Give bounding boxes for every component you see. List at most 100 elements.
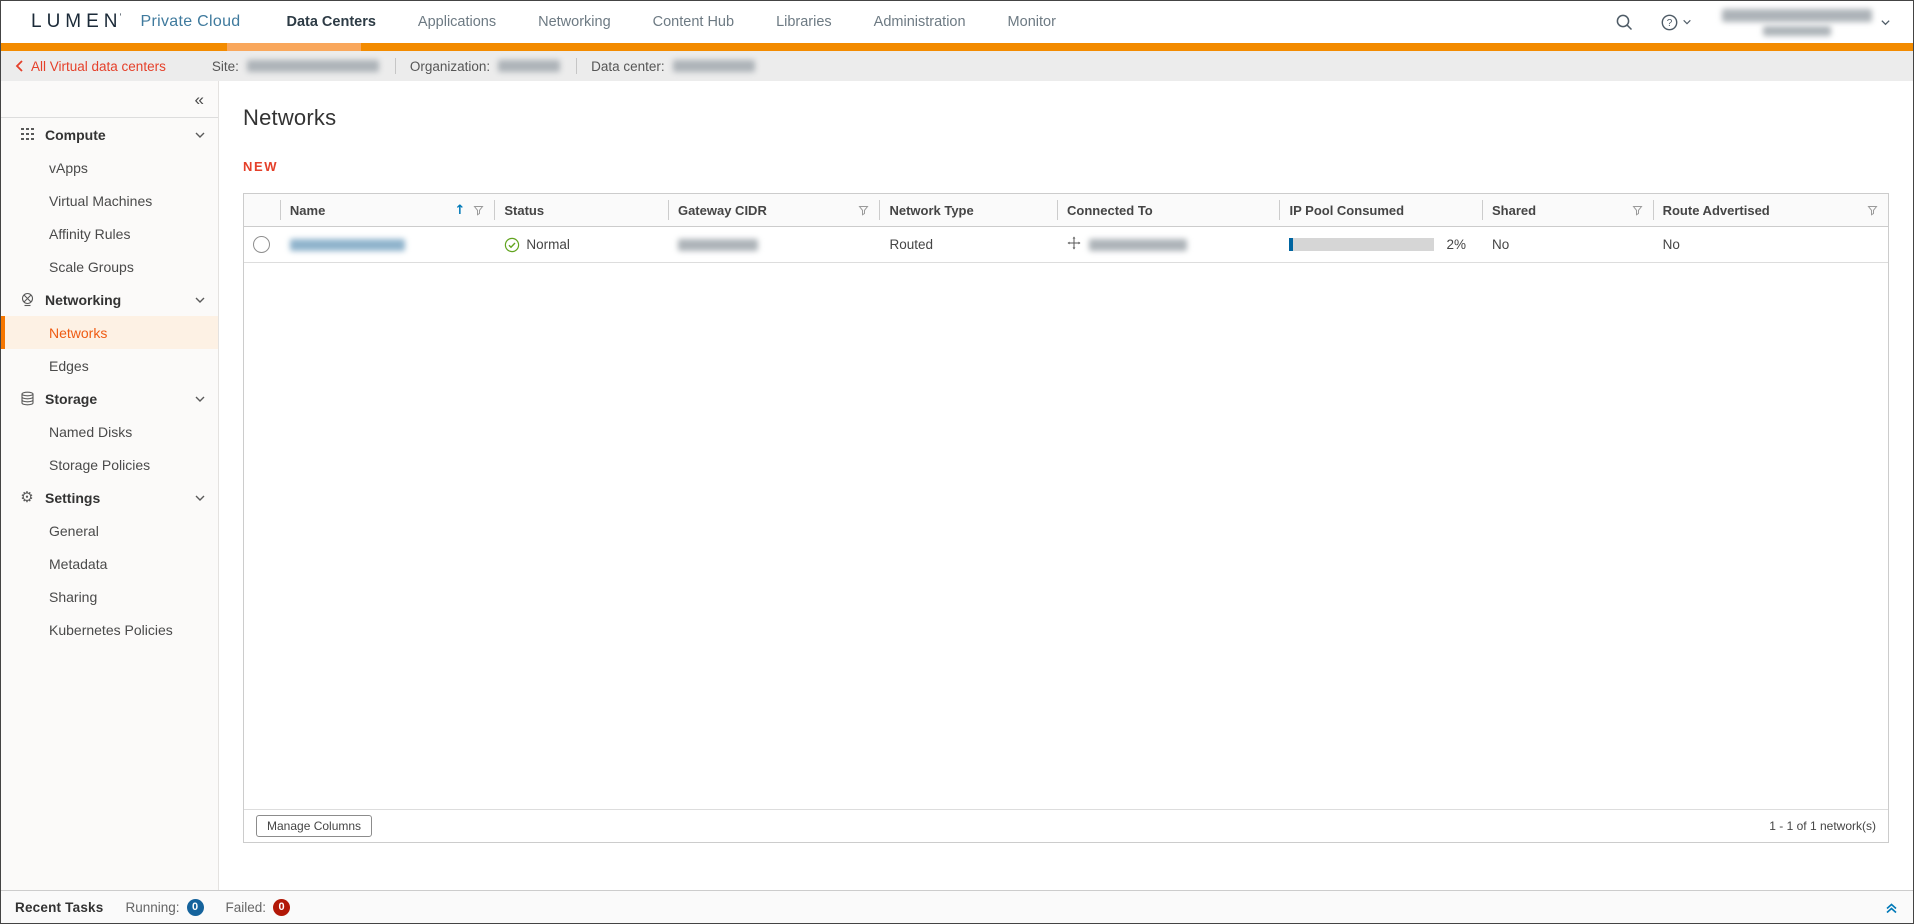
new-network-button[interactable]: NEW — [243, 159, 278, 174]
running-count-badge: 0 — [187, 899, 204, 916]
nav-item-administration[interactable]: Administration — [874, 14, 966, 30]
chevron-down-icon — [194, 294, 206, 306]
table-row: Normal Routed 2% No No — [244, 227, 1888, 263]
compute-grid-icon — [19, 127, 35, 143]
column-header-status[interactable]: Status — [494, 194, 668, 226]
ip-pool-percent: 2% — [1446, 237, 1466, 252]
collapse-sidebar-icon[interactable]: « — [195, 91, 204, 108]
ip-pool-progress-fill — [1289, 238, 1293, 251]
active-tab-indicator — [227, 43, 361, 51]
nav-item-data-centers[interactable]: Data Centers — [286, 14, 375, 30]
network-globe-icon — [19, 292, 35, 308]
gear-icon: ⚙ — [19, 490, 35, 506]
column-header-route-advertised[interactable]: Route Advertised — [1653, 194, 1888, 226]
sidebar-section-storage[interactable]: Storage — [1, 382, 218, 415]
logo-trademark: ’ — [120, 12, 127, 22]
sidebar-item-affinity-rules[interactable]: Affinity Rules — [1, 217, 218, 250]
shared-text: No — [1492, 237, 1509, 252]
status-normal-icon — [504, 237, 520, 253]
data-center-value-redacted — [673, 60, 755, 72]
column-header-connected-to[interactable]: Connected To — [1057, 194, 1279, 226]
topnav-right: ? — [1589, 9, 1913, 36]
ip-pool-cell: 2% — [1279, 227, 1482, 262]
failed-count-badge: 0 — [273, 899, 290, 916]
section-label: Networking — [45, 292, 194, 308]
column-header-ip-pool-consumed[interactable]: IP Pool Consumed — [1279, 194, 1482, 226]
sidebar-item-kubernetes-policies[interactable]: Kubernetes Policies — [1, 613, 218, 646]
status-text: Normal — [526, 237, 570, 252]
user-menu[interactable] — [1722, 9, 1872, 36]
chevron-left-icon — [15, 60, 24, 72]
sidebar-section-settings[interactable]: ⚙ Settings — [1, 481, 218, 514]
recent-tasks-bar: Recent Tasks Running: 0 Failed: 0 — [1, 890, 1913, 923]
sidebar-item-scale-groups[interactable]: Scale Groups — [1, 250, 218, 283]
sidebar: « Compute vApps Virtual Machines Affinit… — [1, 81, 219, 890]
svg-text:?: ? — [1667, 18, 1673, 29]
chevron-down-icon — [1682, 17, 1692, 27]
help-icon[interactable]: ? — [1660, 13, 1692, 32]
section-label: Compute — [45, 127, 194, 143]
data-center-label: Data center: — [591, 59, 665, 74]
search-icon[interactable] — [1615, 13, 1634, 32]
row-select-radio[interactable] — [253, 236, 270, 253]
chevron-down-icon — [194, 492, 206, 504]
sidebar-item-storage-policies[interactable]: Storage Policies — [1, 448, 218, 481]
column-header-gateway-cidr[interactable]: Gateway CIDR — [668, 194, 879, 226]
nav-item-content-hub[interactable]: Content Hub — [653, 14, 734, 30]
column-header-shared[interactable]: Shared — [1482, 194, 1653, 226]
sort-ascending-icon[interactable]: ↑ — [454, 203, 465, 218]
user-role-redacted — [1763, 26, 1831, 36]
context-bar: All Virtual data centers Site: Organizat… — [1, 51, 1913, 81]
filter-icon[interactable] — [1632, 205, 1643, 216]
expand-tasks-icon[interactable] — [1884, 900, 1899, 915]
sidebar-item-sharing[interactable]: Sharing — [1, 580, 218, 613]
section-label: Settings — [45, 490, 194, 506]
sidebar-item-networks[interactable]: Networks — [1, 316, 218, 349]
manage-columns-button[interactable]: Manage Columns — [256, 815, 372, 837]
sidebar-item-general[interactable]: General — [1, 514, 218, 547]
column-label: Connected To — [1067, 203, 1153, 218]
sidebar-section-compute[interactable]: Compute — [1, 118, 218, 151]
column-label: Route Advertised — [1663, 203, 1770, 218]
sidebar-item-metadata[interactable]: Metadata — [1, 547, 218, 580]
sidebar-item-vapps[interactable]: vApps — [1, 151, 218, 184]
product-name: Private Cloud — [141, 13, 241, 31]
status-cell: Normal — [494, 227, 668, 262]
filter-icon[interactable] — [858, 205, 869, 216]
network-name-link-redacted[interactable] — [290, 239, 405, 251]
recent-tasks-title: Recent Tasks — [15, 900, 103, 915]
network-type-text: Routed — [889, 237, 933, 252]
connected-edge-name-redacted[interactable] — [1089, 239, 1187, 251]
sidebar-item-edges[interactable]: Edges — [1, 349, 218, 382]
sidebar-collapse-row: « — [1, 81, 218, 118]
divider — [576, 58, 577, 74]
running-label: Running: — [125, 900, 179, 915]
organization-value-redacted — [498, 60, 560, 72]
ip-pool-progress-bar — [1289, 238, 1434, 251]
column-header-name[interactable]: Name ↑ — [280, 194, 494, 226]
chevron-down-icon — [194, 393, 206, 405]
column-label: Gateway CIDR — [678, 203, 767, 218]
primary-nav: Data Centers Applications Networking Con… — [286, 14, 1097, 30]
route-advertised-text: No — [1663, 237, 1680, 252]
sidebar-item-virtual-machines[interactable]: Virtual Machines — [1, 184, 218, 217]
select-all-column-header — [244, 194, 280, 226]
nav-item-libraries[interactable]: Libraries — [776, 14, 832, 30]
nav-item-networking[interactable]: Networking — [538, 14, 611, 30]
app-window: LUMEN’ Private Cloud Data Centers Applic… — [0, 0, 1914, 924]
sidebar-section-networking[interactable]: Networking — [1, 283, 218, 316]
nav-item-applications[interactable]: Applications — [418, 14, 496, 30]
column-label: Shared — [1492, 203, 1536, 218]
nav-item-monitor[interactable]: Monitor — [1008, 14, 1056, 30]
sidebar-item-named-disks[interactable]: Named Disks — [1, 415, 218, 448]
filter-icon[interactable] — [1867, 205, 1878, 216]
column-header-network-type[interactable]: Network Type — [879, 194, 1057, 226]
chevron-down-icon — [194, 129, 206, 141]
back-to-vdcs-link[interactable]: All Virtual data centers — [15, 59, 166, 74]
edge-gateway-icon — [1067, 236, 1081, 253]
filter-icon[interactable] — [473, 205, 484, 216]
failed-label: Failed: — [226, 900, 267, 915]
user-chevron-down-icon[interactable] — [1880, 17, 1891, 28]
grid-header-row: Name ↑ Status Gateway CIDR Network — [244, 194, 1888, 227]
lumen-logo: LUMEN’ — [31, 11, 127, 33]
